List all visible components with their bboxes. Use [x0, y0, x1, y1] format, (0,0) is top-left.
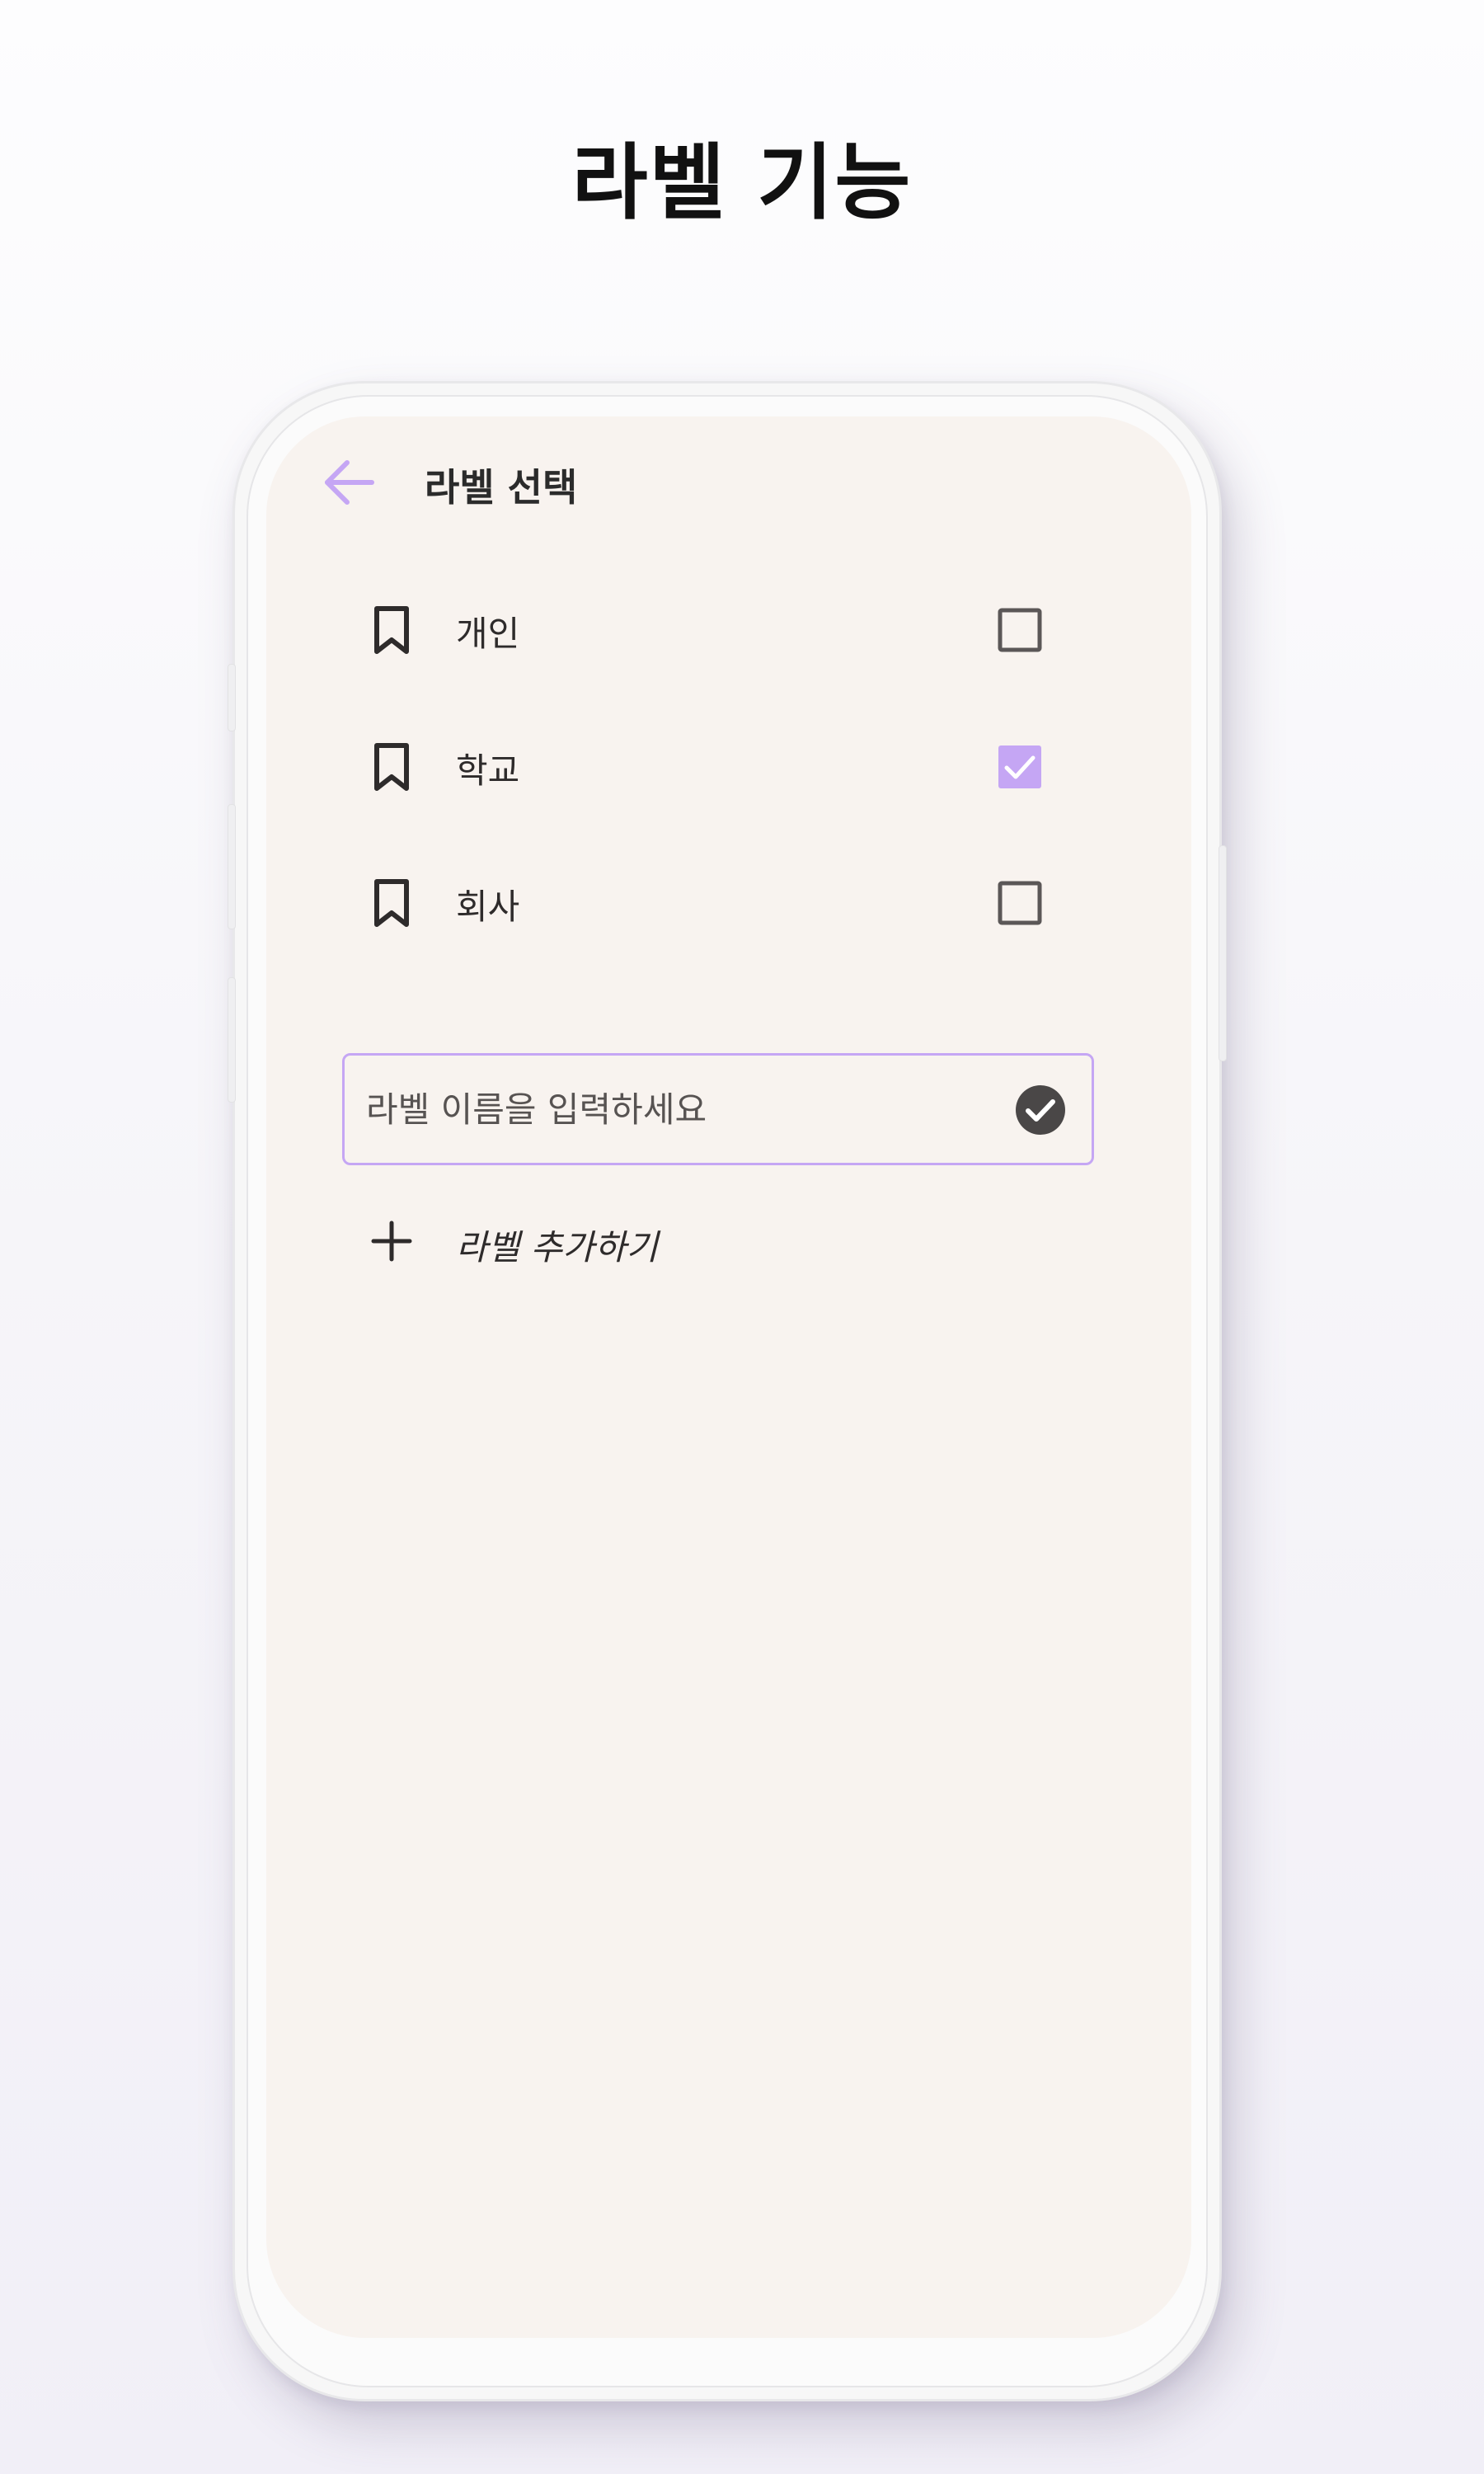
checkbox-checked[interactable] [998, 745, 1042, 789]
app-bar-title: 라벨 선택 [425, 465, 578, 510]
new-label-input[interactable] [366, 1056, 993, 1163]
app-screen: 라벨 선택 개인 학교 회사 라벨 이름을 입력하세요 라벨 추가하기 [266, 416, 1191, 2338]
phone-mockup: 라벨 선택 개인 학교 회사 라벨 이름을 입력하세요 라벨 추가하기 [228, 381, 1227, 2401]
phone-side-button-left-3 [228, 977, 236, 1103]
label-row-personal[interactable]: 개인 [340, 576, 1115, 684]
label-row-school[interactable]: 학교 [340, 713, 1115, 821]
checkbox-unchecked[interactable] [998, 608, 1042, 652]
new-label-field [342, 1053, 1094, 1165]
bookmark-icon [374, 879, 409, 927]
label-name: 학교 [456, 750, 520, 791]
add-label-text: 라벨 추가하기 [456, 1227, 659, 1268]
bookmark-icon [374, 743, 409, 791]
page-headline: 라벨 기능 [571, 134, 913, 231]
back-button[interactable] [316, 449, 382, 515]
arrow-left-icon [325, 460, 374, 505]
phone-side-button-right [1219, 845, 1227, 1061]
add-label-button[interactable]: 라벨 추가하기 [340, 1192, 835, 1291]
checkbox-unchecked[interactable] [998, 881, 1042, 925]
phone-side-button-left-2 [228, 804, 236, 929]
phone-side-button-left-1 [228, 664, 236, 731]
app-bar: 라벨 선택 [266, 416, 1191, 540]
label-row-company[interactable]: 회사 [340, 849, 1115, 957]
check-circle-icon[interactable] [1014, 1084, 1067, 1136]
label-name: 회사 [456, 887, 520, 927]
plus-icon [371, 1221, 412, 1262]
bookmark-icon [374, 606, 409, 654]
label-name: 개인 [456, 614, 520, 654]
